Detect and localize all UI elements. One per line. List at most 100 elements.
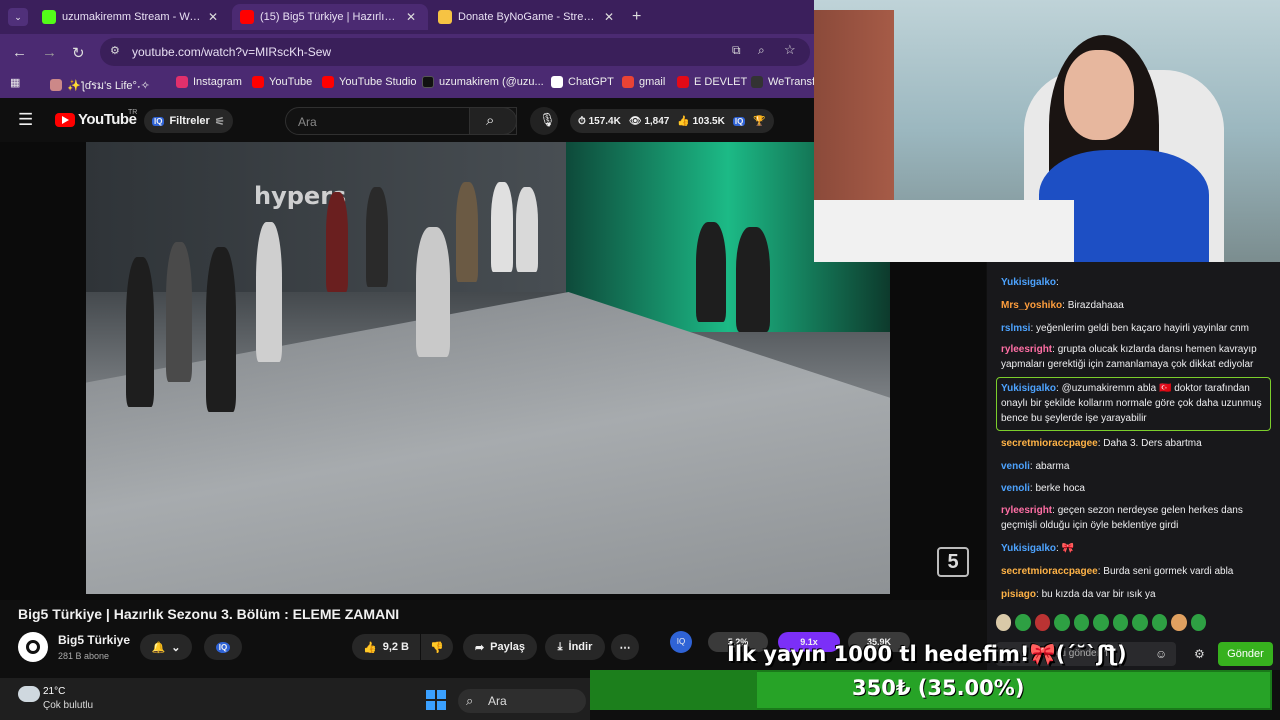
taskbar-search-label: Ara	[488, 694, 507, 708]
bookmark-item[interactable]: ✨ƪɗรม's Life°˖✧	[50, 76, 150, 94]
emote-icon[interactable]	[996, 614, 1012, 631]
emote-icon[interactable]	[1151, 614, 1168, 631]
trophy-icon[interactable]: 🏆	[753, 116, 765, 127]
chat-username[interactable]: venoli	[1001, 483, 1030, 494]
iq-button[interactable]: IQ	[204, 634, 242, 660]
site-info-icon[interactable]: ⚙	[110, 44, 120, 57]
zoom-icon[interactable]: ⌕	[758, 43, 765, 58]
new-tab-button[interactable]: +	[632, 8, 641, 26]
search-icon: ⌕	[486, 112, 495, 129]
desk	[814, 200, 1074, 262]
youtube-header: ☰ YouTube TR IQ Filtreler ⚟ Ara ⌕ 🎙 ⏱ 15…	[0, 100, 814, 142]
bookmark-item[interactable]: gmail	[622, 76, 665, 88]
windows-start-icon[interactable]	[426, 690, 446, 710]
bookmark-label: gmail	[639, 76, 666, 88]
address-bar[interactable]: ⚙ youtube.com/watch?v=MIRscKh-Sew ⧉ ⌕ ☆	[100, 38, 810, 66]
chat-username[interactable]: Yukisigalko	[1001, 277, 1056, 288]
download-icon: ⤓	[557, 640, 563, 653]
search-button[interactable]: ⌕	[469, 107, 517, 135]
emote-icon[interactable]	[1132, 614, 1148, 631]
bookmark-item[interactable]: Instagram	[176, 76, 242, 88]
taskbar-search[interactable]: ⌕	[458, 689, 586, 713]
dancer	[366, 187, 388, 287]
bookmark-item[interactable]: YouTube	[252, 76, 312, 88]
close-tab-icon[interactable]: ✕	[604, 10, 614, 24]
chevron-down-icon: ⌄	[171, 641, 181, 654]
emote-icon[interactable]	[1073, 614, 1090, 631]
channel-watermark: 5	[937, 547, 969, 577]
channel-name[interactable]: Big5 Türkiye	[58, 633, 130, 647]
video-frame[interactable]: hypers	[86, 142, 890, 594]
bookmark-item[interactable]: E DEVLET	[677, 76, 747, 88]
send-button[interactable]: Gönder	[1218, 642, 1273, 666]
chat-username[interactable]: secretmioraccpagee	[1001, 566, 1098, 577]
chat-text: Birazdahaaa	[1067, 300, 1124, 311]
chat-username[interactable]: secretmioraccpagee	[1001, 438, 1098, 449]
hamburger-menu-icon[interactable]: ☰	[18, 110, 33, 130]
iq-icon[interactable]: IQ	[732, 116, 746, 126]
emoji-picker-icon[interactable]: ☺	[1155, 647, 1167, 661]
bookmark-item[interactable]: ChatGPT	[551, 76, 614, 88]
region-code: TR	[128, 109, 138, 116]
close-tab-icon[interactable]: ✕	[406, 10, 416, 24]
bookmark-star-icon[interactable]: ☆	[784, 42, 796, 58]
share-label: Paylaş	[490, 641, 526, 653]
like-button[interactable]: 👍 9,2 B	[352, 634, 420, 660]
close-tab-icon[interactable]: ✕	[208, 10, 218, 24]
chat-message: Yukisigalko:	[1001, 275, 1271, 290]
youtube-icon	[252, 76, 264, 88]
install-app-icon[interactable]: ⧉	[732, 43, 741, 58]
emote-icon[interactable]	[1015, 614, 1031, 631]
chat-message: ryleesright: grupta olucak kızlarda dans…	[1001, 342, 1271, 372]
filters-label: Filtreler	[169, 115, 210, 127]
tab-youtube[interactable]: (15) Big5 Türkiye | Hazırlık S ✕	[232, 4, 428, 30]
share-button[interactable]: ➦ Paylaş	[463, 634, 537, 660]
download-button[interactable]: ⤓ İndir	[545, 634, 605, 660]
chat-username[interactable]: venoli	[1001, 461, 1030, 472]
chat-username[interactable]: ryleesright	[1001, 344, 1052, 355]
more-actions-button[interactable]: ⋯	[611, 634, 639, 660]
iq-icon[interactable]: IQ	[670, 631, 692, 653]
streamer-face	[1064, 50, 1134, 140]
tab-donate[interactable]: Donate ByNoGame - Streamer ✕	[430, 4, 626, 30]
sliders-icon: ⚟	[214, 115, 225, 128]
tiktok-icon	[422, 76, 434, 88]
voice-search-button[interactable]: 🎙	[530, 107, 558, 135]
weather-temperature[interactable]: 21°C	[43, 686, 65, 697]
chat-username[interactable]: ryleesright	[1001, 505, 1052, 516]
bookmark-item[interactable]: uzumakirem (@uzu...	[422, 76, 544, 88]
share-icon: ➦	[474, 641, 485, 654]
emote-icon[interactable]	[1054, 614, 1070, 631]
dancer	[516, 187, 538, 272]
filters-button[interactable]: IQ Filtreler ⚟	[144, 109, 233, 133]
chat-username[interactable]: Mrs_yoshiko	[1001, 300, 1062, 311]
likes-value: 103.5K	[692, 115, 725, 127]
subscriber-count: 281 B abone	[58, 651, 110, 661]
cloud-icon[interactable]	[18, 686, 40, 702]
chat-username[interactable]: Yukisigalko	[1001, 383, 1056, 394]
tab-search-button[interactable]: ⌄	[8, 8, 28, 26]
bookmark-item[interactable]: YouTube Studio	[322, 76, 416, 88]
dislike-button[interactable]: 👎	[421, 634, 453, 660]
emote-icon[interactable]	[1034, 614, 1051, 631]
likes-stat: 👍 103.5K	[677, 115, 725, 127]
apps-icon[interactable]: ▦	[10, 76, 20, 89]
notification-bell-button[interactable]: 🔔 ⌄	[140, 634, 192, 660]
emote-bar	[996, 614, 1206, 634]
forward-icon[interactable]: →	[42, 44, 57, 61]
emote-icon[interactable]	[1171, 614, 1187, 631]
reload-icon[interactable]: ↻	[72, 44, 85, 62]
chat-settings-icon[interactable]: ⚙	[1194, 647, 1205, 661]
bookmarks-bar: ▦ ✨ƪɗรม's Life°˖✧ Instagram YouTube YouT…	[0, 70, 825, 98]
tab-kick-stream[interactable]: uzumakiremm Stream - Watch L ✕	[34, 4, 230, 30]
chat-username[interactable]: Yukisigalko	[1001, 543, 1056, 554]
emote-icon[interactable]	[1093, 614, 1109, 631]
weather-description[interactable]: Çok bulutlu	[43, 700, 93, 711]
chat-text: yeğenlerim geldi ben kaçaro hayirli yayi…	[1036, 323, 1249, 334]
emote-icon[interactable]	[1190, 614, 1206, 631]
thumbs-up-icon: 👍	[363, 641, 377, 654]
back-icon[interactable]: ←	[12, 44, 27, 61]
chat-username[interactable]: pisiago	[1001, 589, 1036, 600]
chat-username[interactable]: rslmsi	[1001, 323, 1030, 334]
emote-icon[interactable]	[1112, 614, 1129, 631]
